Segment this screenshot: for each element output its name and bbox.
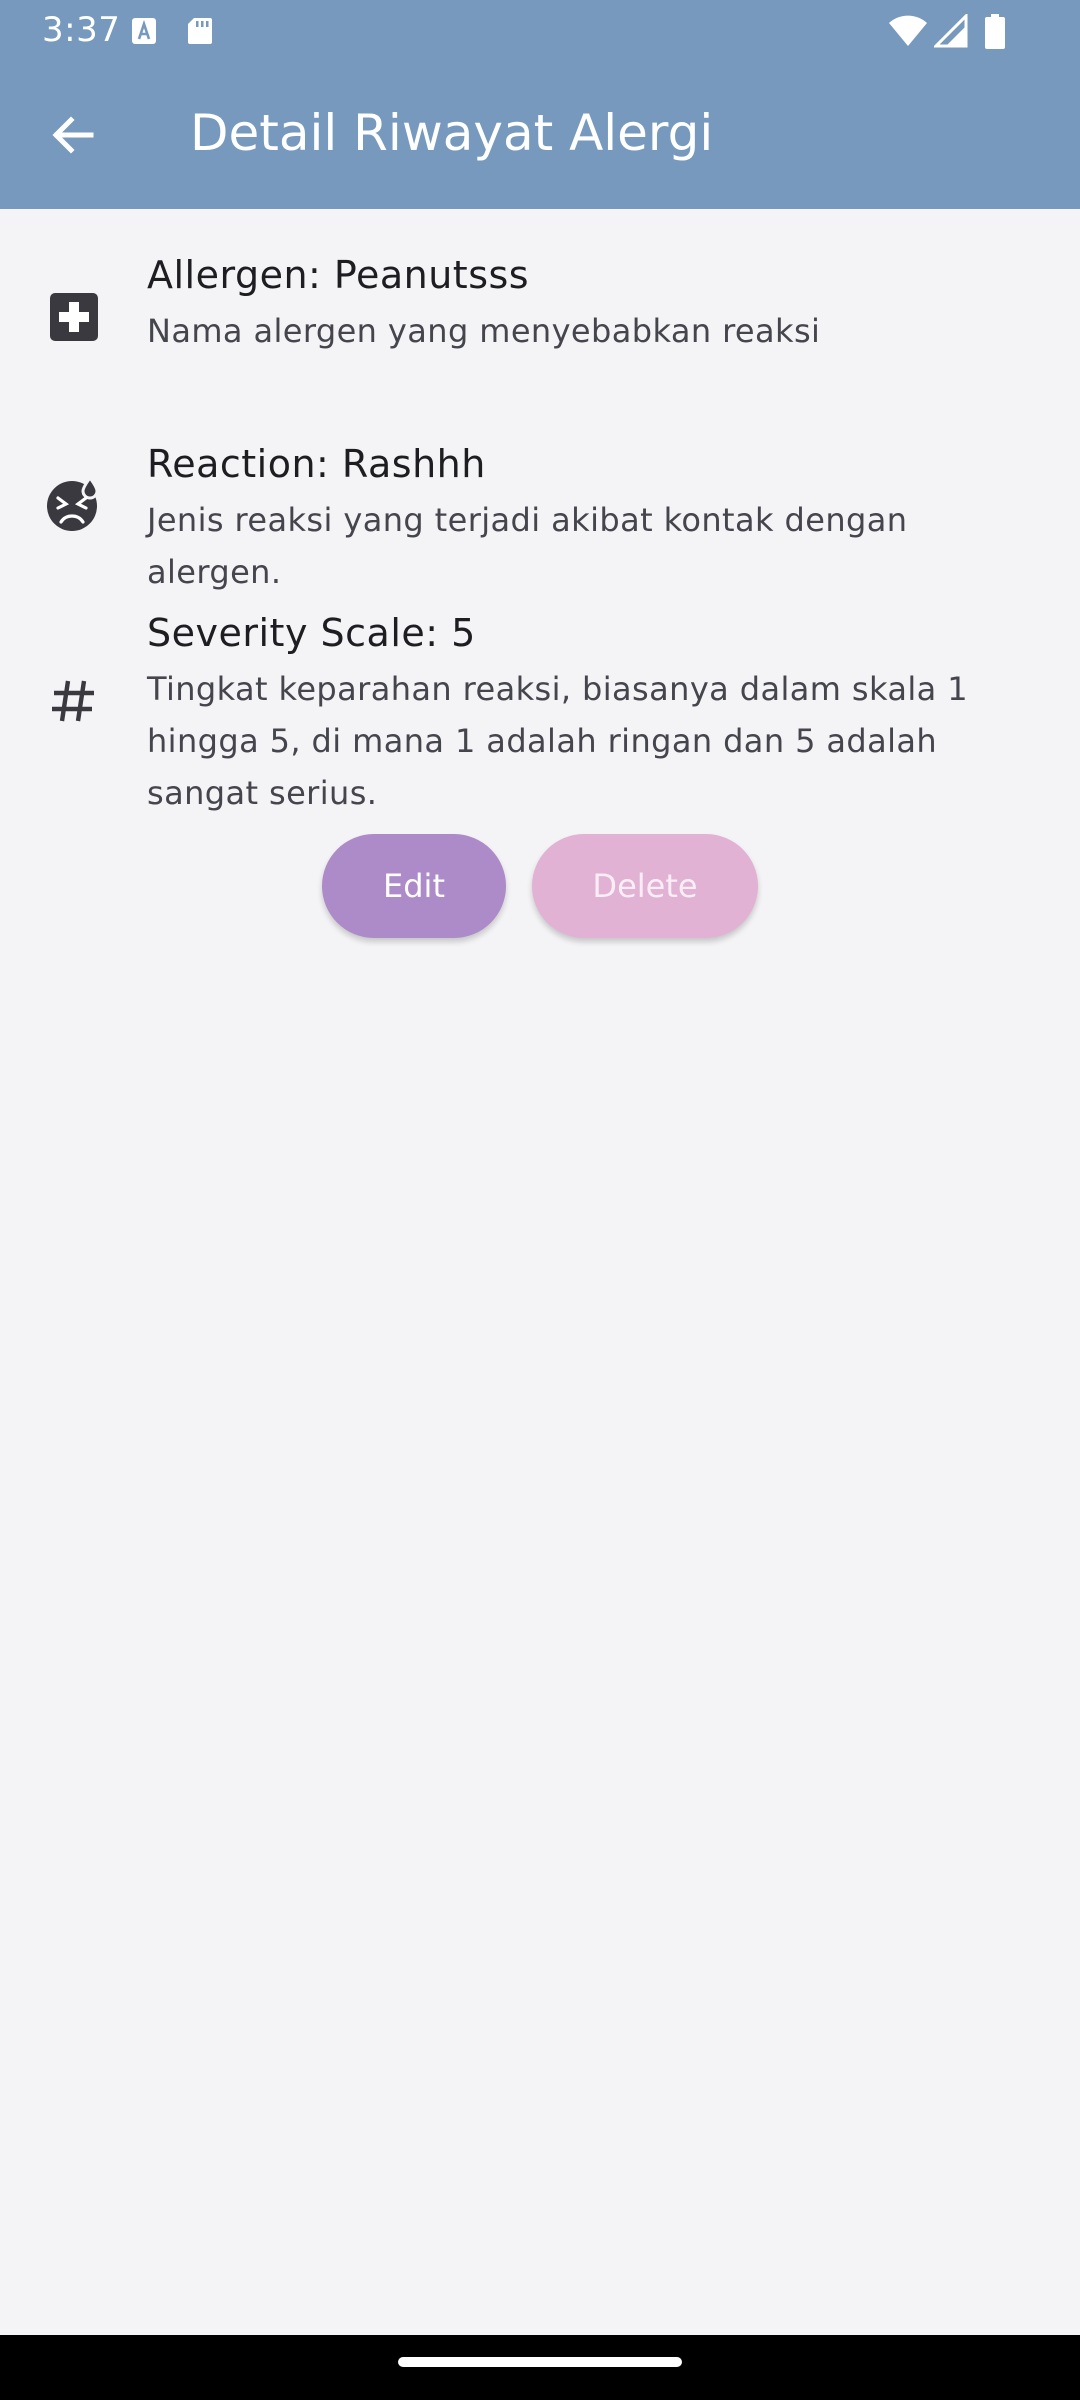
edit-button[interactable]: Edit (322, 834, 506, 938)
system-nav-bar (0, 2335, 1080, 2400)
action-buttons: Edit Delete (0, 834, 1080, 940)
medical-cross-icon (42, 285, 106, 349)
list-item-severity: Severity Scale: 5 Tingkat keparahan reak… (0, 607, 1080, 812)
page-title: Detail Riwayat Alergi (190, 104, 714, 162)
sick-face-icon (42, 472, 106, 536)
allergen-description: Nama alergen yang menyebabkan reaksi (147, 312, 821, 350)
delete-button[interactable]: Delete (532, 834, 758, 938)
severity-description: Tingkat keparahan reaksi, biasanya dalam… (147, 670, 968, 812)
sd-card-icon (186, 16, 214, 46)
arrow-back-icon (49, 111, 97, 163)
back-button[interactable] (36, 100, 110, 174)
text-accessibility-icon (130, 16, 158, 46)
header: 3:37 Detail Riwayat Alergi (0, 0, 1080, 209)
list-item-allergen: Allergen: Peanutsss Nama alergen yang me… (0, 249, 1080, 389)
list-item-reaction: Reaction: Rashhh Jenis reaksi yang terja… (0, 438, 1080, 591)
allergen-title: Allergen: Peanutsss (147, 253, 530, 297)
status-bar: 3:37 (0, 0, 1080, 62)
hash-icon (42, 669, 106, 733)
reaction-description: Jenis reaksi yang terjadi akibat kontak … (147, 501, 908, 591)
app-bar: Detail Riwayat Alergi (0, 62, 1080, 209)
wifi-icon (888, 14, 928, 52)
screen: 3:37 Detail Riwayat Alergi Allergen: Pea… (0, 0, 1080, 2400)
signal-icon (932, 12, 968, 52)
reaction-title: Reaction: Rashhh (147, 442, 486, 486)
home-gesture-handle[interactable] (398, 2357, 682, 2367)
battery-icon (984, 14, 1006, 54)
severity-title: Severity Scale: 5 (147, 611, 476, 655)
status-time: 3:37 (42, 10, 121, 50)
